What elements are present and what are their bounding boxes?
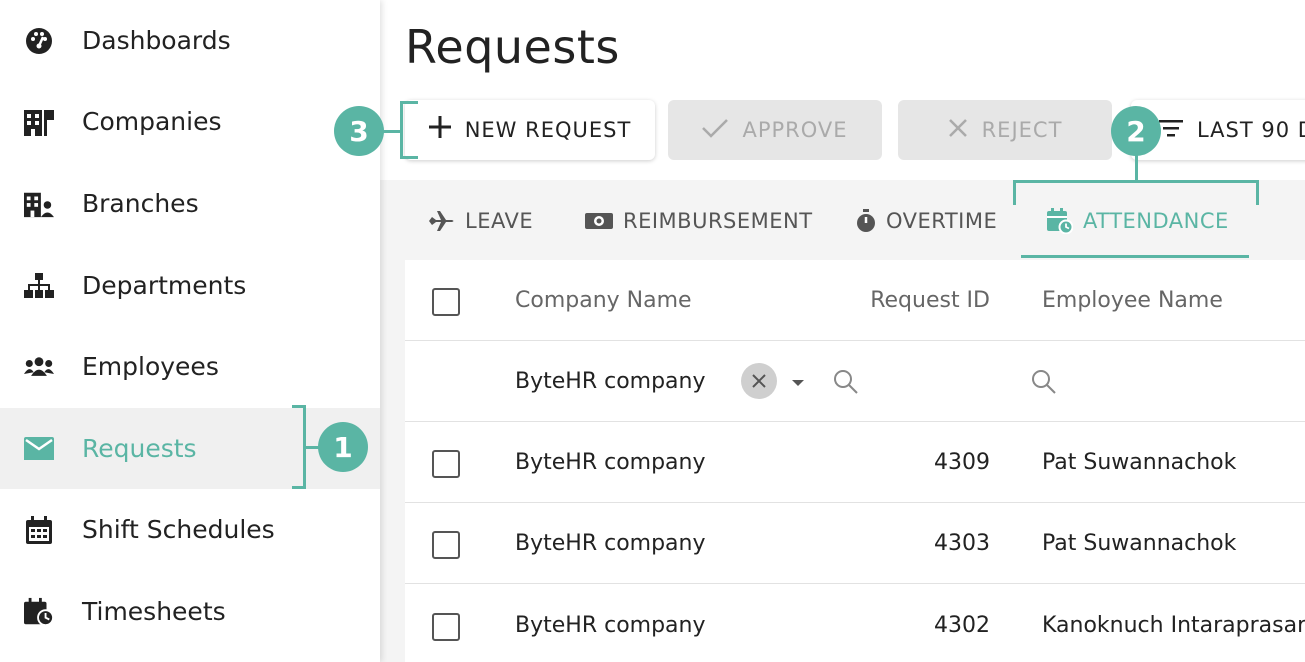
companies-icon: [24, 107, 54, 137]
tab-label: OVERTIME: [886, 209, 998, 233]
table-header-row: Company Name Request ID Employee Name: [405, 260, 1305, 341]
requests-icon: [24, 434, 54, 464]
filter-icon: [1159, 116, 1183, 144]
chevron-down-icon[interactable]: [791, 373, 805, 392]
departments-icon: [24, 271, 54, 301]
tab-reimbursement[interactable]: REIMBURSEMENT: [585, 182, 813, 260]
close-icon: [948, 116, 968, 144]
sidebar-item-label: Timesheets: [82, 597, 226, 626]
callout-bracket-1: [292, 405, 306, 489]
cell-employee: Pat Suwannachok: [1042, 450, 1237, 475]
row-checkbox[interactable]: [432, 531, 460, 559]
plus-icon: [428, 116, 451, 144]
requests-table: Company Name Request ID Employee Name By…: [405, 260, 1305, 662]
sidebar-item-label: Departments: [82, 271, 247, 300]
cell-request-id: 4302: [934, 613, 990, 638]
sidebar-item-label: Branches: [82, 189, 199, 218]
column-header-company[interactable]: Company Name: [515, 260, 692, 341]
callout-bracket-2: [1013, 180, 1259, 205]
sidebar-item-companies[interactable]: Companies: [0, 81, 380, 162]
select-all-checkbox[interactable]: [432, 288, 460, 316]
cell-company: ByteHR company: [515, 613, 706, 638]
sidebar-item-label: Requests: [82, 434, 197, 463]
stopwatch-icon: [856, 209, 876, 233]
sidebar-item-label: Dashboards: [82, 26, 231, 55]
sidebar-item-departments[interactable]: Departments: [0, 245, 380, 326]
tab-label: REIMBURSEMENT: [623, 209, 813, 233]
sidebar-item-dashboards[interactable]: Dashboards: [0, 0, 380, 81]
clear-filter-icon[interactable]: [741, 363, 777, 399]
table-row[interactable]: ByteHR company 4302 Kanoknuch Intarapras…: [405, 585, 1305, 662]
sidebar-item-label: Companies: [82, 107, 222, 136]
table-filter-row: ByteHR company: [405, 341, 1305, 422]
cell-request-id: 4303: [934, 531, 990, 556]
table-row[interactable]: ByteHR company 4309 Pat Suwannachok: [405, 422, 1305, 503]
table-row[interactable]: ByteHR company 4303 Pat Suwannachok: [405, 503, 1305, 584]
cell-employee: Kanoknuch Intaraprasart: [1042, 613, 1305, 638]
new-request-label: NEW REQUEST: [464, 118, 632, 142]
tab-label: ATTENDANCE: [1083, 209, 1229, 233]
cell-company: ByteHR company: [515, 531, 706, 556]
tab-overtime[interactable]: OVERTIME: [856, 182, 997, 260]
cell-request-id: 4309: [934, 450, 990, 475]
tab-leave[interactable]: LEAVE: [429, 182, 533, 260]
calendar-clock-icon: [1047, 208, 1073, 234]
callout-badge-2: 2: [1111, 106, 1161, 156]
check-icon: [702, 116, 729, 144]
reject-label: REJECT: [981, 118, 1063, 142]
sidebar-item-shift-schedules[interactable]: Shift Schedules: [0, 489, 380, 570]
employees-icon: [24, 352, 54, 382]
sidebar-item-timesheets[interactable]: Timesheets: [0, 571, 380, 652]
company-filter-value[interactable]: ByteHR company: [515, 341, 706, 422]
approve-button[interactable]: APPROVE: [668, 100, 882, 160]
sidebar-item-label: Shift Schedules: [82, 515, 275, 544]
search-icon[interactable]: [833, 369, 859, 399]
column-header-request-id[interactable]: Request ID: [845, 260, 990, 341]
column-header-employee[interactable]: Employee Name: [1042, 260, 1223, 341]
tab-label: LEAVE: [465, 209, 534, 233]
approve-label: APPROVE: [742, 118, 848, 142]
row-checkbox[interactable]: [432, 450, 460, 478]
page-title: Requests: [405, 20, 620, 74]
cell-employee: Pat Suwannachok: [1042, 531, 1237, 556]
plane-icon: [429, 211, 455, 231]
active-tab-indicator: [1021, 255, 1249, 258]
cell-company: ByteHR company: [515, 450, 706, 475]
search-icon[interactable]: [1031, 369, 1057, 399]
date-filter-label: LAST 90 D: [1197, 118, 1305, 142]
calendar-icon: [24, 515, 54, 545]
callout-bracket-3: [400, 101, 418, 159]
callout-badge-3: 3: [334, 106, 384, 156]
sidebar-item-label: Employees: [82, 352, 219, 381]
reject-button[interactable]: REJECT: [898, 100, 1112, 160]
branches-icon: [24, 189, 54, 219]
timesheet-icon: [24, 597, 54, 627]
callout-badge-1: 1: [318, 422, 368, 472]
new-request-button[interactable]: NEW REQUEST: [405, 100, 655, 160]
sidebar-item-employees[interactable]: Employees: [0, 326, 380, 407]
callout-connector-2: [1135, 152, 1138, 180]
money-icon: [585, 212, 613, 230]
sidebar-item-branches[interactable]: Branches: [0, 163, 380, 244]
sidebar: Dashboards Companies Branches Department…: [0, 0, 380, 662]
row-checkbox[interactable]: [432, 613, 460, 641]
dashboard-icon: [24, 26, 54, 56]
